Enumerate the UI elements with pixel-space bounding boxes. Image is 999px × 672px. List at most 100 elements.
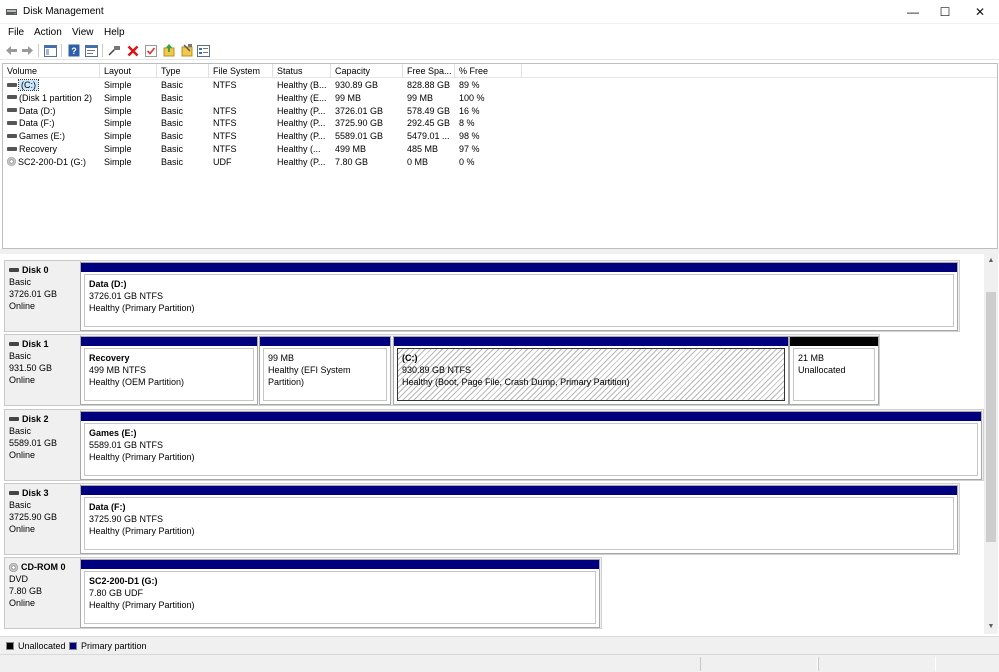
cell-percent-free: 98 %: [455, 130, 522, 143]
disk-label-4[interactable]: CD-ROM 0 DVD 7.80 GB Online: [4, 557, 81, 629]
column-header-free-space[interactable]: Free Spa...: [403, 64, 455, 78]
menu-view[interactable]: View: [72, 27, 94, 38]
volume-row[interactable]: (Disk 1 partition 2) Simple Basic Healthy (…: [3, 92, 997, 105]
column-header-file-system[interactable]: File System: [209, 64, 273, 78]
partition-info: Data (D:) 3726.01 GB NTFS Healthy (Primary…: [84, 274, 954, 327]
delete-icon[interactable]: [125, 43, 140, 58]
column-header-volume[interactable]: Volume: [3, 64, 100, 78]
cell-percent-free: 16 %: [455, 105, 522, 118]
volume-row[interactable]: SC2-200-D1 (G:) Simple Basic UDF Healthy (P.…: [3, 156, 997, 169]
console-tree-icon[interactable]: [43, 43, 58, 58]
cell-layout: Simple: [100, 105, 157, 118]
cell-text: Basic: [161, 118, 184, 129]
partition-block[interactable]: (C:) 930.89 GB NTFS Healthy (Boot, Page Fi…: [393, 336, 789, 405]
disk-size: 7.80 GB: [9, 586, 43, 596]
disk-size: 5589.01 GB: [9, 438, 58, 448]
partition-color-bar: [81, 412, 981, 421]
cell-volume: (Disk 1 partition 2): [3, 92, 100, 105]
cell-text: NTFS: [213, 118, 237, 129]
partition-info: 99 MB Healthy (EFI System Partition): [263, 348, 387, 401]
partition-size: 99 MB: [268, 353, 295, 363]
cell-percent-free: 100 %: [455, 92, 522, 105]
vertical-scrollbar[interactable]: ▲ ▼: [984, 254, 998, 634]
cell-text: Healthy (B...: [277, 80, 327, 90]
volume-row[interactable]: Games (E:) Simple Basic NTFS Healthy (P... 55…: [3, 130, 997, 143]
back-icon[interactable]: [4, 43, 19, 58]
disk-icon: [9, 417, 19, 421]
status-bar: [0, 654, 999, 672]
volume-row[interactable]: (C:) Simple Basic NTFS Healthy (B... 930.89 G…: [3, 79, 997, 92]
cell-text: 3725.90 GB: [335, 118, 384, 129]
menu-action[interactable]: Action: [34, 27, 62, 38]
close-button[interactable]: ✕: [957, 0, 999, 24]
cell-free-space: 578.49 GB: [403, 105, 455, 118]
scrollbar-thumb[interactable]: [986, 292, 996, 542]
settings-icon[interactable]: [196, 43, 211, 58]
volume-icon: [7, 108, 17, 113]
connect-icon[interactable]: [107, 43, 122, 58]
partition-block[interactable]: Games (E:) 5589.01 GB NTFS Healthy (Primar…: [80, 411, 982, 480]
volume-row[interactable]: Data (F:) Simple Basic NTFS Healthy (P... 372…: [3, 117, 997, 130]
cell-free-space: 292.45 GB: [403, 117, 455, 130]
import-icon[interactable]: [179, 43, 194, 58]
forward-icon[interactable]: [20, 43, 35, 58]
scroll-down-icon[interactable]: ▼: [984, 620, 998, 634]
unallocated-block[interactable]: 21 MB Unallocated: [789, 336, 879, 405]
partition-info: 21 MB Unallocated: [793, 348, 875, 401]
cell-text: 7.80 GB: [335, 156, 369, 167]
cell-text: Basic: [161, 92, 184, 103]
partition-block[interactable]: SC2-200-D1 (G:) 7.80 GB UDF Healthy (Prima…: [80, 559, 600, 628]
disk-icon: [9, 268, 19, 272]
disk-name: Disk 3: [9, 487, 76, 499]
column-header-type[interactable]: Type: [157, 64, 209, 78]
partition-status: Healthy (Primary Partition): [89, 526, 195, 536]
legend-swatch-primary: [69, 642, 77, 650]
volume-row[interactable]: Recovery Simple Basic NTFS Healthy (... 499 M…: [3, 143, 997, 156]
menu-help[interactable]: Help: [104, 27, 125, 38]
column-header-layout[interactable]: Layout: [100, 64, 157, 78]
cell-text: Simple: [104, 144, 132, 154]
cell-text: Recovery: [19, 144, 58, 154]
properties-icon[interactable]: [84, 43, 99, 58]
cell-status: Healthy (...: [273, 143, 331, 156]
volume-list[interactable]: Volume Layout Type File System Status Ca…: [2, 63, 998, 249]
column-header-status[interactable]: Status: [273, 64, 331, 78]
disk-label-3[interactable]: Disk 3 Basic 3725.90 GB Online: [4, 483, 81, 555]
cell-text: Simple: [104, 92, 132, 103]
cell-layout: Simple: [100, 143, 157, 156]
column-header-percent-free[interactable]: % Free: [455, 64, 522, 78]
partition-status: Healthy (Primary Partition): [89, 600, 195, 610]
partition-block[interactable]: Data (D:) 3726.01 GB NTFS Healthy (Primary…: [80, 262, 958, 331]
disk-label-2[interactable]: Disk 2 Basic 5589.01 GB Online: [4, 409, 81, 481]
partition-color-bar: [81, 337, 257, 346]
help-icon[interactable]: ?: [66, 43, 81, 58]
partition-block[interactable]: Recovery 499 MB NTFS Healthy (OEM Partitio…: [80, 336, 258, 405]
cell-text: 89 %: [459, 80, 480, 90]
cell-text: Healthy (P...: [277, 118, 326, 129]
column-header-capacity[interactable]: Capacity: [331, 64, 403, 78]
cd-drive-icon: [9, 562, 18, 572]
cell-text: 3726.01 GB: [335, 105, 384, 116]
partition-block[interactable]: 99 MB Healthy (EFI System Partition): [259, 336, 391, 405]
partition-block[interactable]: Data (F:) 3725.90 GB NTFS Healthy (Primary…: [80, 485, 958, 554]
partition-color-bar: [790, 337, 878, 346]
menu-file[interactable]: File: [8, 27, 24, 38]
rescan-icon[interactable]: [161, 43, 176, 58]
cell-capacity: 499 MB: [331, 143, 403, 156]
cell-status: Healthy (P...: [273, 117, 331, 130]
disk-type: Basic: [9, 277, 32, 287]
cell-file-system: NTFS: [209, 105, 273, 118]
disk-size: 931.50 GB: [9, 363, 53, 373]
cell-capacity: 7.80 GB: [331, 156, 403, 169]
cell-capacity: 5589.01 GB: [331, 130, 403, 143]
checkmark-icon[interactable]: [143, 43, 158, 58]
cell-percent-free: 8 %: [455, 117, 522, 130]
cell-percent-free: 89 %: [455, 79, 522, 92]
volume-icon: [7, 121, 17, 126]
disk-size: 3726.01 GB: [9, 289, 58, 299]
cell-text: 99 MB: [407, 92, 434, 103]
disk-label-1[interactable]: Disk 1 Basic 931.50 GB Online: [4, 334, 81, 406]
volume-row[interactable]: Data (D:) Simple Basic NTFS Healthy (P... 372…: [3, 105, 997, 118]
disk-label-0[interactable]: Disk 0 Basic 3726.01 GB Online: [4, 260, 81, 332]
scroll-up-icon[interactable]: ▲: [984, 254, 998, 268]
